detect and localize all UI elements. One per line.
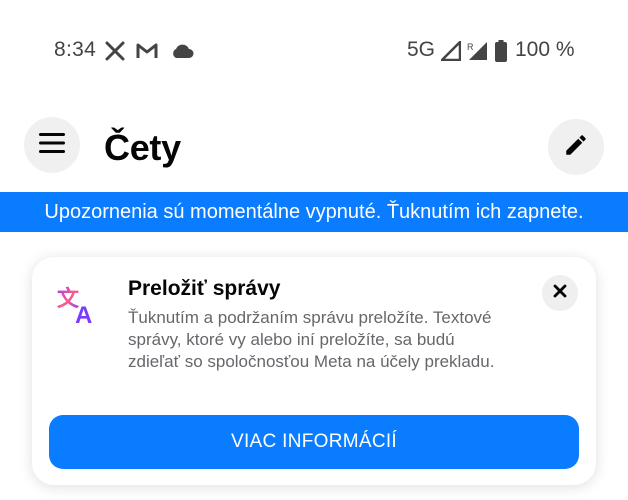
- cloud-icon: [170, 40, 194, 62]
- card-title: Preložiť správy: [128, 277, 281, 300]
- translate-icon: 文 A: [56, 283, 100, 329]
- card-description: Ťuknutím a podržaním správu preložíte. T…: [128, 308, 495, 371]
- status-bar: 8:34 5G R 100 %: [0, 0, 628, 100]
- gmail-icon: [135, 40, 159, 62]
- close-card-button[interactable]: [542, 275, 578, 311]
- more-info-button[interactable]: VIAC INFORMÁCIÍ: [49, 415, 579, 469]
- menu-button[interactable]: [24, 117, 80, 173]
- page-title: Čety: [104, 127, 181, 168]
- app-header: Čety: [0, 117, 628, 179]
- translate-messages-card: 文 A Preložiť správy Ťuknutím a podržaním…: [32, 257, 596, 485]
- network-label: 5G: [407, 38, 436, 61]
- battery-percentage: 100 %: [515, 38, 575, 61]
- notifications-banner-text: Upozornenia sú momentálne vypnuté. Ťuknu…: [44, 200, 584, 223]
- pencil-icon: [563, 132, 589, 163]
- signal-roaming-icon: R: [466, 40, 488, 62]
- notifications-off-banner[interactable]: Upozornenia sú momentálne vypnuté. Ťuknu…: [0, 192, 628, 232]
- status-time: 8:34: [54, 38, 97, 61]
- compose-button[interactable]: [548, 119, 604, 175]
- battery-icon: [494, 40, 508, 62]
- x-icon: [104, 40, 126, 62]
- hamburger-menu-icon: [39, 132, 65, 159]
- more-info-label: VIAC INFORMÁCIÍ: [230, 431, 397, 452]
- close-icon: [553, 284, 567, 303]
- svg-text:A: A: [75, 302, 92, 327]
- svg-text:R: R: [467, 42, 474, 52]
- signal-icon: [440, 40, 462, 62]
